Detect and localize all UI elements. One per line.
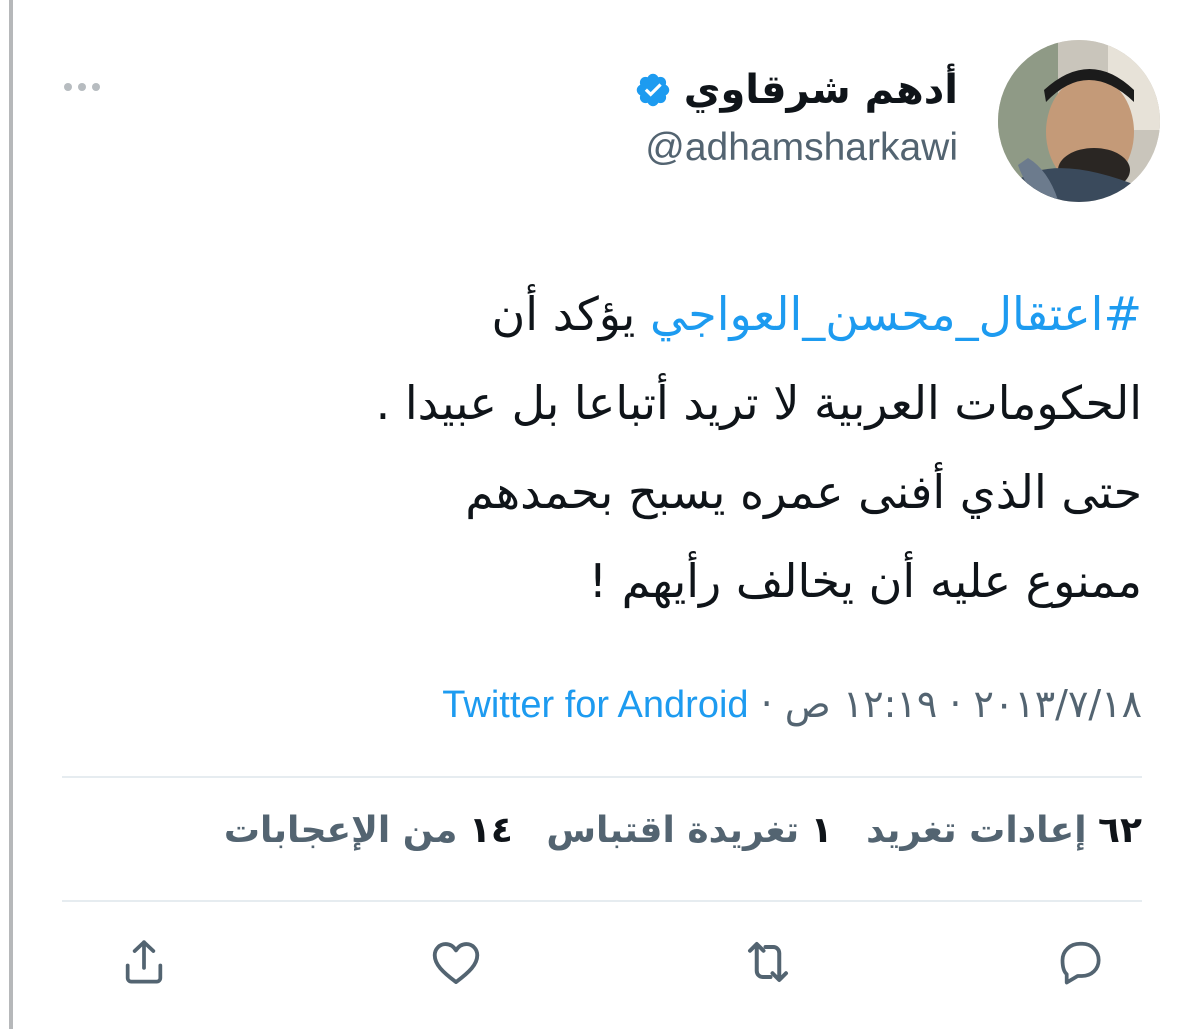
divider [62, 776, 1142, 778]
tweet-text-first-line: يؤكد أن [491, 287, 650, 341]
meta-separator: · [748, 682, 785, 726]
meta-separator: · [937, 682, 974, 726]
tweet-time[interactable]: ١٢:١٩ ص [785, 682, 937, 726]
tweet-stats: ٦٢ إعادات تغريد ١ تغريدة اقتباس ١٤ من ال… [62, 810, 1142, 851]
tweet-meta: ٢٠١٣/٧/١٨ · ١٢:١٩ ص · Twitter for Androi… [62, 682, 1142, 727]
quotes-label: تغريدة اقتباس [546, 810, 800, 851]
tweet: أدهم شرقاوي @adhamsharkawi #اعتقال_محسن_… [40, 0, 1160, 1029]
divider [62, 900, 1142, 902]
tweet-text-line: حتى الذي أفنى عمره يسبح بحمدهم [465, 465, 1142, 519]
likes-label: من الإعجابات [223, 810, 458, 851]
tweet-text-line: الحكومات العربية لا تريد أتباعا بل عبيدا… [375, 376, 1142, 430]
tweet-text: #اعتقال_محسن_العواجي يؤكد أن الحكومات ال… [62, 270, 1142, 626]
like-icon[interactable] [424, 930, 488, 994]
tweet-source-link[interactable]: Twitter for Android [442, 684, 748, 726]
thread-rule [9, 0, 13, 1029]
likes-count: ١٤ [468, 810, 513, 851]
share-icon[interactable] [112, 930, 176, 994]
verified-badge-icon [634, 71, 672, 109]
tweet-text-line: ممنوع عليه أن يخالف رأيهم ! [588, 554, 1142, 608]
avatar[interactable] [998, 40, 1160, 202]
likes-stat[interactable]: ١٤ من الإعجابات [224, 810, 513, 851]
action-bar [112, 930, 1112, 994]
display-name-row: أدهم شرقاوي [634, 60, 958, 120]
tweet-date[interactable]: ٢٠١٣/٧/١٨ [974, 682, 1142, 726]
reply-icon[interactable] [1048, 930, 1112, 994]
author-block: أدهم شرقاوي @adhamsharkawi [634, 60, 958, 170]
quotes-count: ١ [810, 810, 833, 851]
retweets-count: ٦٢ [1098, 810, 1142, 851]
handle[interactable]: @adhamsharkawi [634, 126, 958, 170]
display-name[interactable]: أدهم شرقاوي [684, 67, 958, 113]
hashtag-link[interactable]: #اعتقال_محسن_العواجي [650, 287, 1142, 341]
more-options-icon[interactable] [62, 75, 102, 99]
retweets-label: إعادات تغريد [866, 810, 1087, 851]
retweets-stat[interactable]: ٦٢ إعادات تغريد [866, 810, 1142, 851]
retweet-icon[interactable] [736, 930, 800, 994]
quotes-stat[interactable]: ١ تغريدة اقتباس [546, 810, 832, 851]
